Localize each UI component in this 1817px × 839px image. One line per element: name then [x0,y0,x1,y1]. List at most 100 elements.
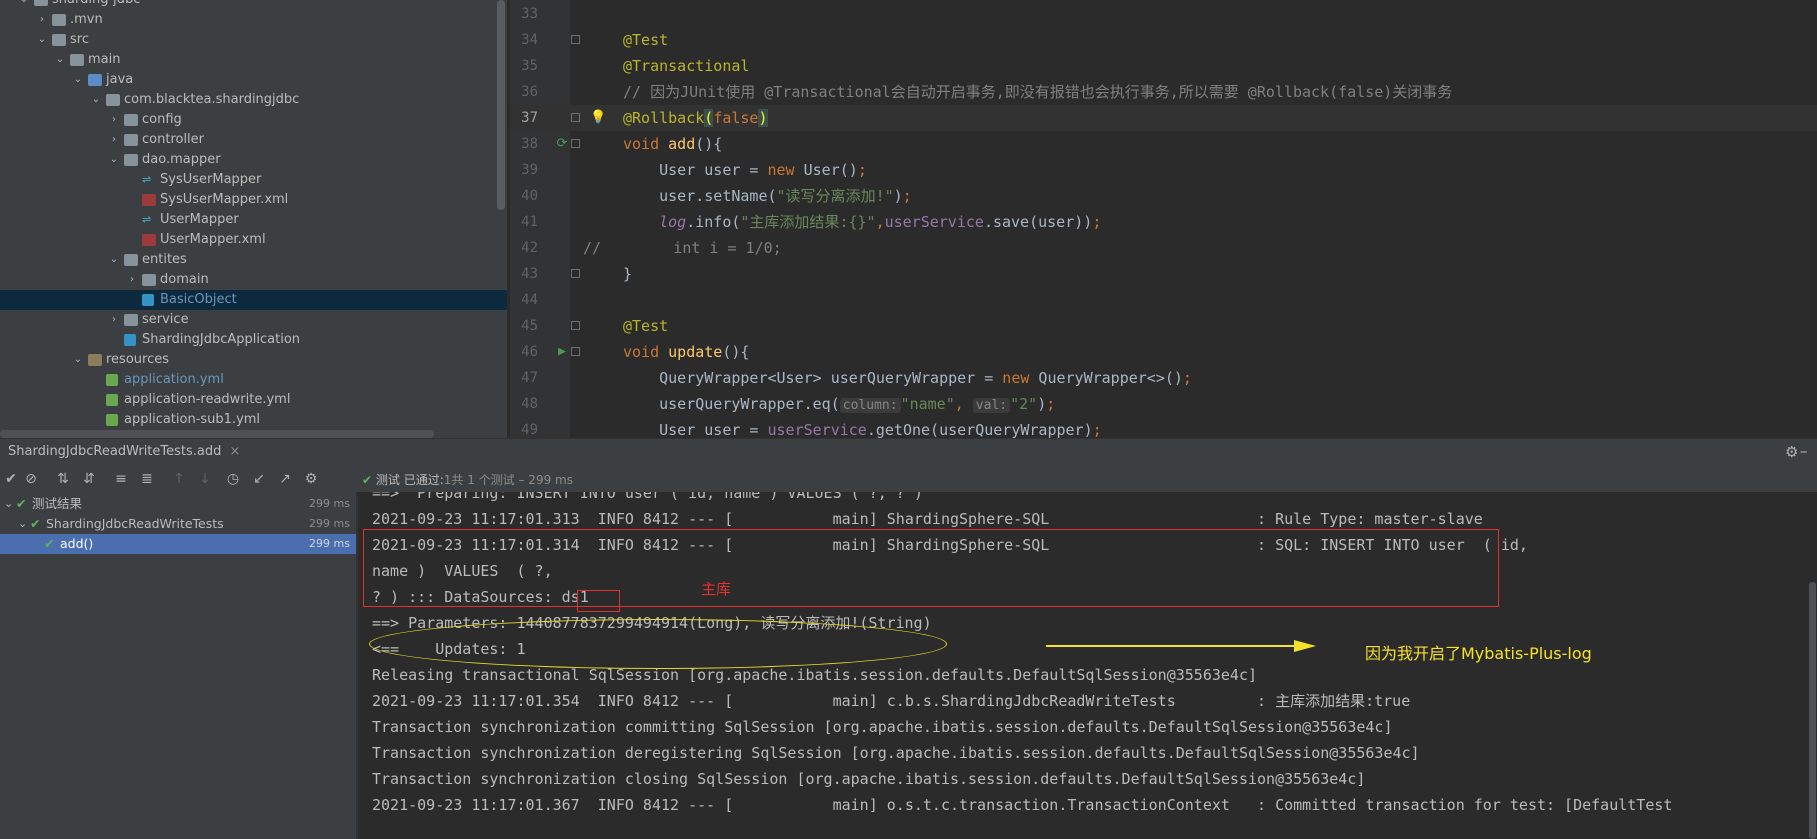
console-line[interactable]: 2021-09-23 11:17:01.354 INFO 8412 --- [ … [372,688,1410,714]
code-line[interactable]: 39 User user = new User(); [510,157,1817,183]
code-line[interactable]: 38 ⟳ void add(){ [510,131,1817,157]
fold-marker-icon[interactable] [571,35,580,44]
tree-row[interactable]: application-sub1.yml [0,410,507,430]
chevron-right-icon[interactable]: › [108,130,120,150]
code-line[interactable]: 44 [510,287,1817,313]
tree-row[interactable]: ⌄ dao.mapper [0,150,507,170]
chevron-down-icon[interactable]: ⌄ [4,494,13,514]
run-tab[interactable]: ShardingJdbcReadWriteTests.add × [8,444,240,459]
run-test-icon[interactable]: ▶ [554,339,570,365]
code-line[interactable]: 43} [510,261,1817,287]
code-text[interactable]: void update(){ [623,339,749,365]
tree-row[interactable]: ⌄ main [0,50,507,70]
tree-row[interactable]: › config [0,110,507,130]
console-line[interactable]: Releasing transactional SqlSession [org.… [372,662,1257,688]
chevron-down-icon[interactable]: ⌄ [90,90,102,110]
tree-row[interactable]: ⌄ resources [0,350,507,370]
console-line[interactable]: ==> Preparing: INSERT INTO user ( id, na… [372,492,923,506]
sort-alpha-icon[interactable]: ⇅ [54,471,72,487]
code-line[interactable]: 48 userQueryWrapper.eq(column: "name", va… [510,391,1817,417]
chevron-down-icon[interactable]: ⌄ [108,150,120,170]
code-text[interactable]: // 因为JUnit使用 @Transactional会自动开启事务,即没有报错… [623,79,1452,105]
code-text[interactable]: User user = userService.getOne(userQuery… [623,417,1102,438]
code-text[interactable]: } [623,261,632,287]
code-text[interactable]: log.info("主库添加结果:{}",userService.save(us… [623,209,1101,235]
tree-row[interactable]: ShardingJdbcApplication [0,330,507,350]
console-line[interactable]: Transaction synchronization closing SqlS… [372,766,1365,792]
import-icon[interactable]: ↙ [250,471,268,487]
code-line[interactable]: 34 @Test [510,27,1817,53]
tree-row[interactable]: SysUserMapper.xml [0,190,507,210]
fold-marker-icon[interactable] [571,269,580,278]
rerun-test-icon[interactable]: ⟳ [554,131,570,157]
chevron-down-icon[interactable]: ⌄ [54,50,66,70]
console-line[interactable]: 2021-09-23 11:17:01.367 INFO 8412 --- [ … [372,792,1672,818]
code-line[interactable]: 47 QueryWrapper<User> userQueryWrapper =… [510,365,1817,391]
code-line[interactable]: 35 @Transactional [510,53,1817,79]
tree-row[interactable]: ⇌ SysUserMapper [0,170,507,190]
code-line[interactable]: 40 user.setName("读写分离添加!"); [510,183,1817,209]
rerun-icon[interactable]: ✔ [2,471,20,487]
chevron-right-icon[interactable]: › [108,310,120,330]
tree-row[interactable]: application-readwrite.yml [0,390,507,410]
chevron-right-icon[interactable]: › [36,10,48,30]
minimize-icon[interactable]: – [1800,442,1808,460]
prev-failed-icon[interactable]: ↑ [170,471,188,487]
code-text[interactable]: user.setName("读写分离添加!"); [623,183,912,209]
tree-row[interactable]: ⌄ src [0,30,507,50]
code-line[interactable]: 33 [510,1,1817,27]
tree-row[interactable]: ⌄ sharding-jdbc [0,0,507,10]
tree-row[interactable]: › service [0,310,507,330]
gear-icon[interactable]: ⚙ [1785,443,1798,461]
code-line[interactable]: 46 ▶ void update(){ [510,339,1817,365]
code-text[interactable]: User user = new User(); [623,157,867,183]
next-failed-icon[interactable]: ↓ [196,471,214,487]
test-row[interactable]: ✔ add() 299 ms [0,534,356,554]
bulb-icon[interactable]: 💡 [590,105,606,131]
sort-duration-icon[interactable]: ⇵ [80,471,98,487]
console-line[interactable]: Transaction synchronization deregisterin… [372,740,1420,766]
chevron-down-icon[interactable]: ⌄ [18,0,30,10]
history-icon[interactable]: ◷ [224,471,242,487]
code-line[interactable]: 42 // int i = 1/0; [510,235,1817,261]
console-output[interactable]: ==> Preparing: INSERT INTO user ( id, na… [358,492,1808,839]
code-text[interactable]: @Test [623,313,668,339]
fold-marker-icon[interactable] [571,347,580,356]
tree-hscrollbar[interactable] [0,430,434,438]
tree-row[interactable]: › domain [0,270,507,290]
code-text[interactable]: @Rollback(false) [623,105,768,131]
chevron-down-icon[interactable]: ⌄ [72,70,84,90]
code-line[interactable]: 41 log.info("主库添加结果:{}",userService.save… [510,209,1817,235]
tree-row[interactable]: ⌄ entites [0,250,507,270]
tree-row[interactable]: ⌄ com.blacktea.shardingjdbc [0,90,507,110]
chevron-right-icon[interactable]: › [126,270,138,290]
tree-row[interactable]: UserMapper.xml [0,230,507,250]
test-row[interactable]: ⌄ ✔ 测试结果 299 ms [0,494,356,514]
collapse-all-icon[interactable]: ≣ [138,471,156,487]
code-line[interactable]: 49 User user = userService.getOne(userQu… [510,417,1817,438]
fold-marker-icon[interactable] [571,139,580,148]
test-row[interactable]: ⌄ ✔ ShardingJdbcReadWriteTests 299 ms [0,514,356,534]
fold-marker-icon[interactable] [571,321,580,330]
code-text[interactable]: userQueryWrapper.eq(column: "name", val: "… [623,391,1055,419]
expand-all-icon[interactable]: ≡ [112,471,130,487]
code-editor[interactable]: 33 34 @Test 35 @Transactional 36 // 因为JUnit使用 … [510,0,1817,438]
export-icon[interactable]: ↗ [276,471,294,487]
code-text[interactable]: @Test [623,27,668,53]
settings-icon[interactable]: ⚙ [302,471,320,487]
tree-row[interactable]: BasicObject [0,290,507,310]
fold-marker-icon[interactable] [571,113,580,122]
code-line[interactable]: 45 @Test [510,313,1817,339]
code-text[interactable]: QueryWrapper<User> userQueryWrapper = ne… [623,365,1192,391]
chevron-down-icon[interactable]: ⌄ [108,250,120,270]
code-text[interactable]: // int i = 1/0; [583,235,782,261]
code-line[interactable]: 36 // 因为JUnit使用 @Transactional会自动开启事务,即没有… [510,79,1817,105]
stop-icon[interactable]: ⊘ [22,471,40,487]
tree-row[interactable]: ⇌ UserMapper [0,210,507,230]
console-scrollbar[interactable] [1808,492,1817,839]
console-line[interactable]: Transaction synchronization committing S… [372,714,1392,740]
code-text[interactable]: @Transactional [623,53,749,79]
chevron-down-icon[interactable]: ⌄ [36,30,48,50]
code-text[interactable]: void add(){ [623,131,722,157]
close-icon[interactable]: × [230,444,241,459]
